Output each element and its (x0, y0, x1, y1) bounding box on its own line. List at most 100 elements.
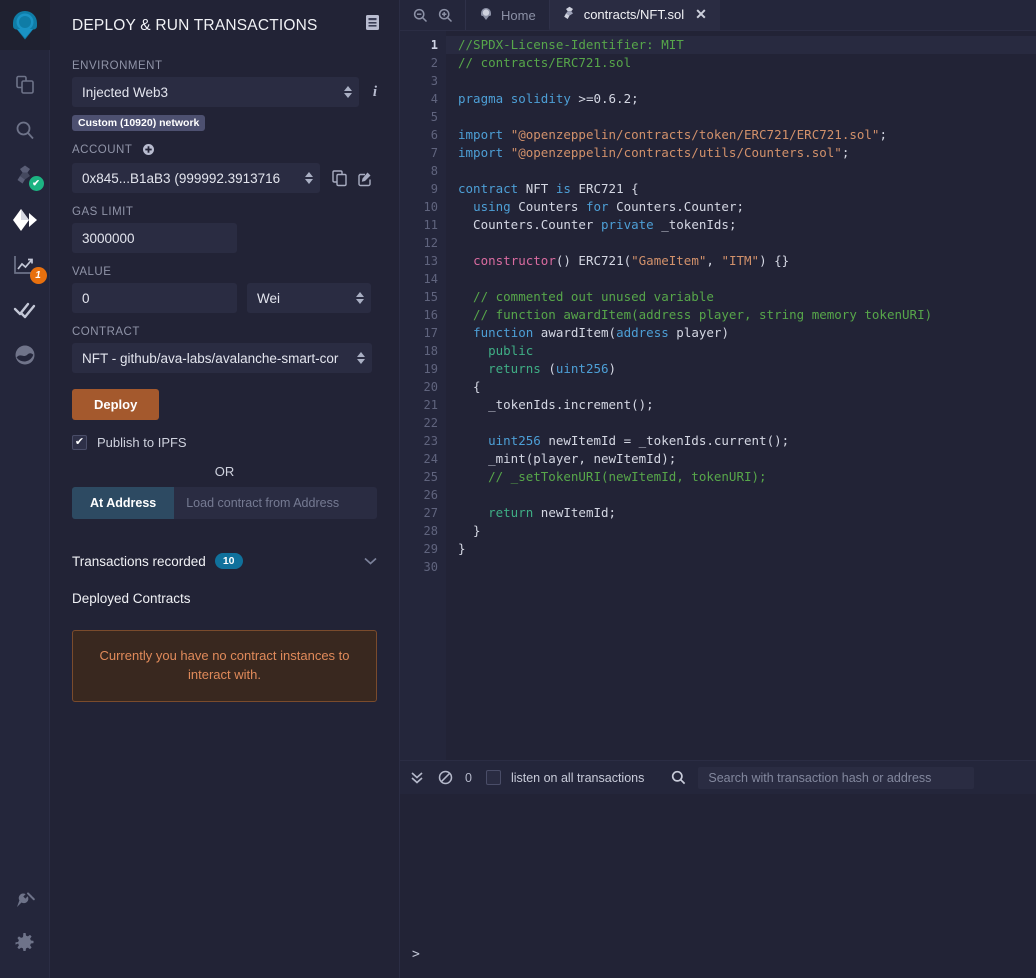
sidebar-item-debugger[interactable]: 1 (0, 242, 50, 287)
gas-limit-input[interactable]: 3000000 (72, 223, 237, 253)
code-editor[interactable]: 1 2 3 4 5 6 7 8 9 10 11 12 13 14 15 16 17 18 19 20 21 22 23 24 2… (400, 31, 1036, 760)
tab-home-label: Home (501, 7, 536, 23)
sidebar-item-file-explorers[interactable] (0, 62, 50, 107)
value-row: 0 Wei (72, 283, 377, 313)
chevron-down-icon[interactable] (364, 554, 377, 568)
line-number: 6 (430, 128, 438, 142)
publish-ipfs-label: Publish to IPFS (97, 435, 187, 450)
tab-home[interactable]: Home (465, 0, 549, 30)
zoom-out-icon[interactable] (413, 8, 428, 23)
at-address-button[interactable]: At Address (72, 487, 175, 519)
code-line: // commented out unused variable (458, 289, 714, 304)
documentation-icon[interactable] (365, 14, 381, 37)
editor-zoom-controls (400, 0, 465, 30)
no-contract-instances-message: Currently you have no contract instances… (72, 630, 377, 702)
main-area: Home contracts/NFT.sol ✕ 1 2 3 4 5 6 7 8 9 10 11 12… (400, 0, 1036, 978)
code-line: Counters.Counter private _tokenIds; (458, 217, 737, 232)
line-number: 19 (423, 362, 438, 376)
debugger-count-badge: 1 (29, 267, 47, 284)
value-unit-select[interactable]: Wei (247, 283, 371, 313)
terminal-output[interactable]: > (400, 794, 1036, 978)
tab-contracts-nft-sol-label: contracts/NFT.sol (583, 6, 685, 22)
line-number: 29 (423, 542, 438, 556)
value-amount: 0 (82, 290, 90, 306)
transactions-recorded-count: 10 (214, 553, 243, 569)
terminal-search-input[interactable] (698, 766, 975, 789)
search-icon[interactable] (671, 770, 686, 785)
remix-ide-window: ✔ 1 DEPLOY & RUN TRANSACTIONS ENVIRONMEN… (0, 0, 1036, 978)
contract-label: CONTRACT (72, 326, 140, 338)
sidebar-item-search[interactable] (0, 107, 50, 152)
page-title: DEPLOY & RUN TRANSACTIONS (72, 16, 318, 34)
deploy-run-panel: DEPLOY & RUN TRANSACTIONS ENVIRONMENT In… (50, 0, 400, 978)
sidebar-item-plugin-manager[interactable] (0, 876, 50, 921)
select-caret-icon (305, 172, 313, 184)
line-number: 5 (430, 110, 438, 124)
tab-contracts-nft-sol[interactable]: contracts/NFT.sol ✕ (548, 0, 720, 30)
value-input[interactable]: 0 (72, 283, 237, 313)
ban-circle-icon[interactable] (438, 770, 453, 785)
code-line: return newItemId; (488, 505, 617, 520)
code-line: function awardItem(address player) (473, 325, 729, 340)
environment-select[interactable]: Injected Web3 (72, 77, 359, 107)
sidebar-item-deploy-run-transactions[interactable] (0, 197, 50, 242)
code-line: returns (uint256) (488, 361, 617, 376)
deployed-contracts-title: Deployed Contracts (72, 591, 191, 606)
panel-body: ENVIRONMENT Injected Web3 i Custom (1092… (50, 60, 399, 702)
line-number: 15 (423, 290, 438, 304)
code-line: // contracts/ERC721.sol (458, 55, 632, 70)
sidebar-item-plugin-circle[interactable] (0, 332, 50, 377)
line-number: 14 (423, 272, 438, 286)
editor-line-numbers: 1 2 3 4 5 6 7 8 9 10 11 12 13 14 15 16 17 18 19 20 21 22 23 24 2… (400, 31, 446, 760)
plugin-manager-icon (14, 888, 36, 910)
value-unit: Wei (257, 290, 281, 306)
terminal-prompt: > (412, 947, 420, 962)
sidebar-item-solidity-static-analysis[interactable] (0, 287, 50, 332)
check-icon: ✔ (74, 436, 85, 448)
account-select[interactable]: 0x845...B1aB3 (999992.3913716 (72, 163, 320, 193)
code-line: using Counters for Counters.Counter; (473, 199, 745, 214)
contract-select[interactable]: NFT - github/ava-labs/avalanche-smart-co… (72, 343, 372, 373)
account-row: 0x845...B1aB3 (999992.3913716 (72, 163, 377, 193)
sign-message-icon[interactable] (357, 170, 373, 187)
code-line: } (458, 523, 481, 538)
environment-row: Injected Web3 i (72, 77, 377, 107)
contract-value: NFT - github/ava-labs/avalanche-smart-co… (82, 350, 339, 366)
code-line: _tokenIds.increment(); (458, 397, 654, 412)
line-number: 20 (423, 380, 438, 394)
publish-ipfs-row: ✔ Publish to IPFS (72, 435, 377, 450)
account-actions (332, 169, 373, 187)
at-address-input[interactable] (174, 487, 377, 519)
listen-all-transactions-checkbox[interactable] (485, 770, 501, 785)
editor-code-content[interactable]: //SPDX-License-Identifier: MIT// contrac… (446, 31, 1036, 760)
line-number: 30 (423, 560, 438, 574)
zoom-in-icon[interactable] (438, 8, 453, 23)
code-line: } (458, 541, 466, 556)
code-line: import "@openzeppelin/contracts/token/ER… (458, 127, 887, 142)
plus-circle-icon[interactable] (142, 144, 154, 158)
info-icon[interactable]: i (373, 84, 377, 101)
sidebar-item-solidity-compiler[interactable]: ✔ (0, 152, 50, 197)
copy-icon[interactable] (332, 169, 348, 187)
line-number: 4 (430, 92, 438, 106)
double-chevron-down-icon[interactable] (410, 770, 424, 785)
remix-logo[interactable] (0, 0, 50, 50)
editor-tab-bar: Home contracts/NFT.sol ✕ (400, 0, 1036, 31)
network-badge: Custom (10920) network (72, 115, 206, 131)
file-explorers-icon (14, 74, 36, 96)
code-line: // _setTokenURI(newItemId, tokenURI); (458, 469, 767, 484)
publish-ipfs-checkbox[interactable]: ✔ (72, 435, 87, 450)
deploy-button[interactable]: Deploy (72, 389, 160, 420)
line-number: 16 (423, 308, 438, 322)
sidebar-item-settings[interactable] (0, 921, 50, 966)
deploy-run-transactions-icon (12, 208, 38, 232)
account-value: 0x845...B1aB3 (999992.3913716 (82, 170, 281, 186)
line-number: 24 (423, 452, 438, 466)
line-number: 8 (430, 164, 438, 178)
transactions-recorded-row[interactable]: Transactions recorded 10 (72, 553, 377, 569)
close-icon[interactable]: ✕ (695, 6, 707, 23)
